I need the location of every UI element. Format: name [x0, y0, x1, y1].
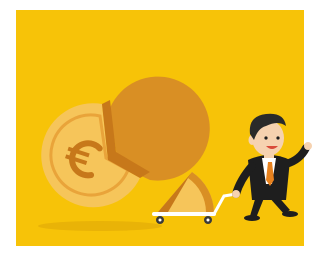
ground-shadow: [38, 221, 162, 231]
illustration: [0, 0, 319, 253]
cart-deck: [152, 212, 216, 216]
